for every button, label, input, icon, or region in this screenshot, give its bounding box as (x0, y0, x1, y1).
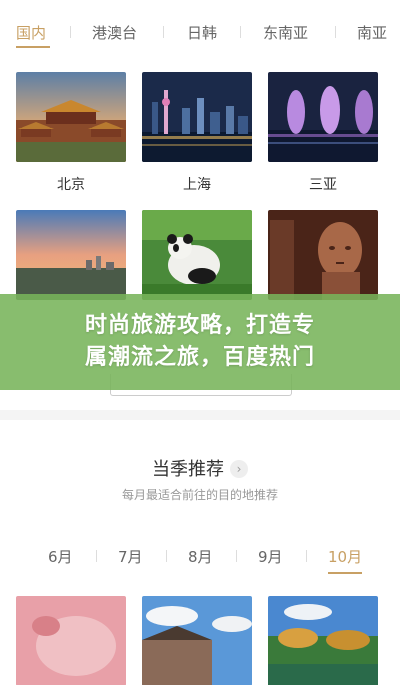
sanya-photo (268, 72, 378, 162)
region-tabs: 国内 港澳台 日韩 东南亚 南亚 (0, 0, 400, 62)
tab-divider (236, 550, 237, 562)
chevron-right-icon: › (230, 460, 248, 478)
tab-month-8[interactable]: 8月 (188, 546, 213, 567)
tab-japan-korea[interactable]: 日韩 (187, 22, 217, 43)
city-sunset-photo (16, 210, 126, 300)
tab-divider (335, 26, 336, 38)
city-name: 上海 (183, 177, 211, 193)
city-card-6[interactable] (268, 210, 378, 300)
tab-south-asia[interactable]: 南亚 (357, 22, 387, 43)
section-separator (0, 410, 400, 420)
shanghai-photo (142, 72, 252, 162)
city-card-sanya[interactable]: 三亚 (268, 72, 378, 193)
tab-divider (96, 550, 97, 562)
season-title[interactable]: 当季推荐 › (0, 455, 400, 481)
promo-line-2: 属潮流之旅，百度热门 (84, 345, 315, 370)
active-tab-underline (16, 46, 50, 48)
tab-divider (166, 550, 167, 562)
city-card-beijing[interactable]: 北京 (16, 72, 126, 193)
rec-photo-building[interactable] (142, 596, 252, 685)
city-card-4[interactable] (16, 210, 126, 300)
city-card-shanghai[interactable]: 上海 (142, 72, 252, 193)
beijing-photo (16, 72, 126, 162)
rec-photo-forest[interactable] (268, 596, 378, 685)
tab-hk-macau-taiwan[interactable]: 港澳台 (92, 22, 137, 43)
terracotta-photo (268, 210, 378, 300)
tab-southeast-asia[interactable]: 东南亚 (263, 22, 308, 43)
rec-photo-pink-lake[interactable] (16, 596, 126, 685)
tab-divider (240, 26, 241, 38)
active-month-underline (328, 572, 362, 574)
city-name: 三亚 (309, 177, 337, 193)
tab-divider (70, 26, 71, 38)
promo-banner[interactable]: 时尚旅游攻略，打造专 属潮流之旅，百度热门 (0, 294, 400, 390)
tab-month-6[interactable]: 6月 (48, 546, 73, 567)
tab-divider (306, 550, 307, 562)
promo-line-1: 时尚旅游攻略，打造专 (84, 313, 315, 338)
season-subtitle: 每月最适合前往的目的地推荐 (121, 488, 278, 502)
city-card-5[interactable] (142, 210, 252, 300)
tab-divider (163, 26, 164, 38)
panda-photo (142, 210, 252, 300)
city-name: 北京 (57, 177, 85, 193)
tab-month-9[interactable]: 9月 (258, 546, 283, 567)
tab-month-10[interactable]: 10月 (328, 546, 362, 567)
tab-domestic[interactable]: 国内 (16, 22, 46, 43)
tab-month-7[interactable]: 7月 (118, 546, 143, 567)
season-title-text: 当季推荐 (152, 459, 224, 480)
